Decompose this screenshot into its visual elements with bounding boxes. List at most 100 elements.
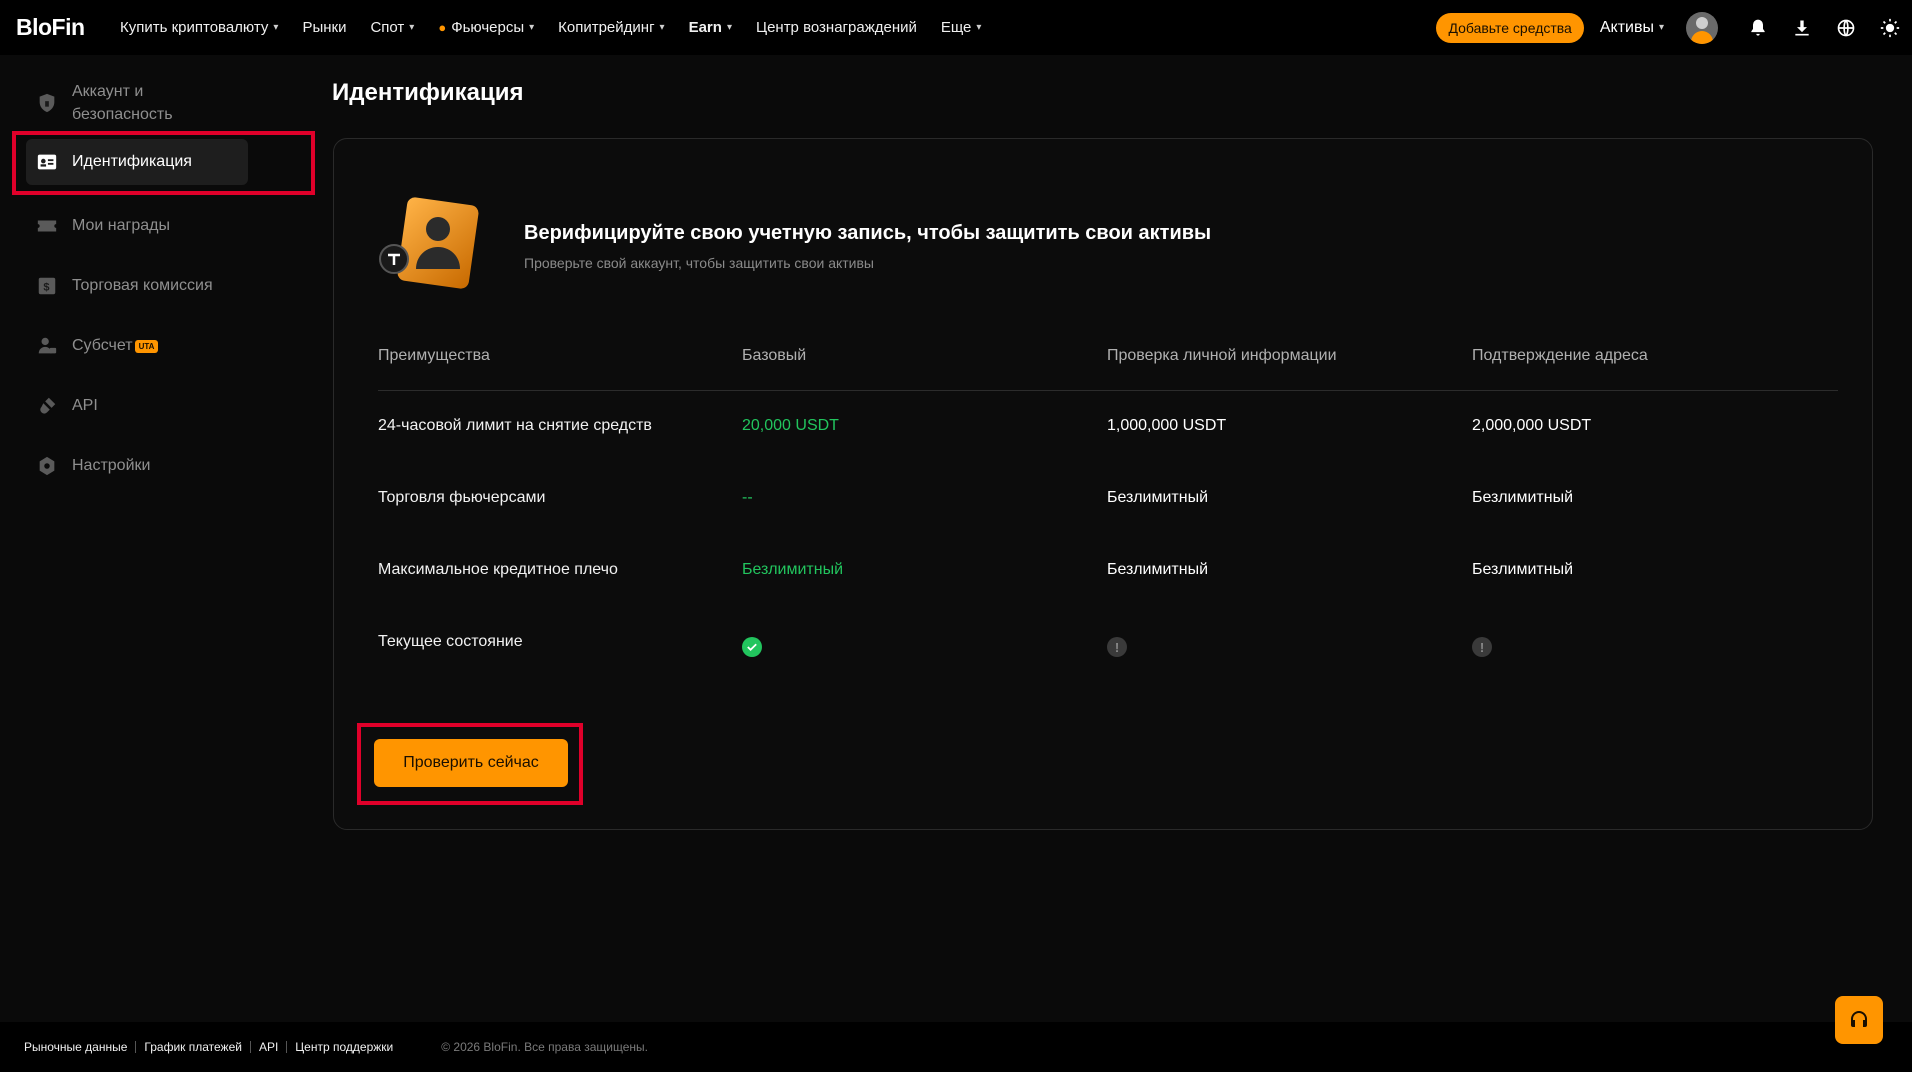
hero-title: Верифицируйте свою учетную запись, чтобы… (524, 222, 1212, 244)
nav-rewards-center-label: Центр вознаграждений (755, 19, 917, 36)
sidebar-item-api[interactable]: API (26, 391, 248, 421)
address-value: 2,000,000 USDT (1472, 417, 1592, 434)
nav-markets-label: Рынки (302, 19, 347, 36)
address-status: ! (1472, 637, 1492, 657)
basic-value: Безлимитный (742, 561, 844, 578)
row-label: Максимальное кредитное плечо (378, 561, 618, 578)
uta-badge: UTA (134, 339, 159, 353)
download-icon[interactable] (1780, 18, 1824, 38)
dollar-doc-icon: $ (36, 275, 58, 297)
header-address: Подтверждение адреса (1472, 347, 1648, 364)
hero-subtitle: Проверьте свой аккаунт, чтобы защитить с… (524, 255, 874, 271)
row-label: 24-часовой лимит на снятие средств (378, 417, 652, 434)
user-avatar[interactable] (1686, 11, 1718, 44)
sidebar-item-label: Субсчет (72, 337, 133, 354)
id-verification-illustration (376, 195, 486, 295)
page-title: Идентификация (332, 79, 524, 106)
personal-value: Безлимитный (1107, 489, 1209, 506)
footer-link-market-data[interactable]: Рыночные данные (24, 1040, 127, 1054)
basic-value: 20,000 USDT (742, 417, 839, 434)
header-benefits: Преимущества (378, 347, 490, 364)
sidebar-item-sub-account[interactable]: Субсчет UTA (26, 331, 248, 361)
personal-status: ! (1107, 637, 1127, 657)
nav-futures[interactable]: ● Фьючерсы ▾ (438, 19, 534, 36)
copyright-text: © 2026 BloFin. Все права защищены. (441, 1040, 648, 1054)
globe-icon[interactable] (1824, 18, 1868, 38)
main-nav: Купить криптовалюту ▾ Рынки Спот ▾ ● Фью… (120, 0, 1005, 55)
footer: Рыночные данные График платежей API Цент… (0, 1022, 1912, 1072)
table-row: Торговля фьючерсами -- Безлимитный Безли… (378, 489, 1838, 529)
sub-account-icon (36, 335, 58, 357)
row-label: Торговля фьючерсами (378, 489, 546, 506)
exclamation-circle-icon: ! (1472, 637, 1492, 657)
verify-now-button[interactable]: Проверить сейчас (374, 739, 568, 787)
bell-icon[interactable] (1736, 18, 1780, 38)
table-row: Максимальное кредитное плечо Безлимитный… (378, 561, 1838, 601)
verification-hero: Верифицируйте свою учетную запись, чтобы… (376, 195, 1276, 295)
personal-value: Безлимитный (1107, 561, 1209, 578)
deposit-button[interactable]: Добавьте средства (1436, 12, 1584, 43)
nav-markets[interactable]: Рынки (302, 19, 346, 36)
settings-icon (36, 455, 58, 477)
verification-card: Верифицируйте свою учетную запись, чтобы… (333, 138, 1873, 830)
nav-copy-trading-label: Копитрейдинг (558, 19, 655, 36)
top-navigation-bar: BloFin Купить криптовалюту ▾ Рынки Спот … (0, 0, 1912, 55)
nav-earn[interactable]: Earn ▾ (689, 19, 732, 36)
sidebar-item-label: Мои награды (72, 217, 170, 234)
chevron-down-icon: ▾ (726, 22, 732, 33)
sidebar-item-my-rewards[interactable]: Мои награды (26, 211, 248, 241)
sidebar-item-label: Торговая комиссия (72, 277, 213, 294)
address-value: Безлимитный (1472, 489, 1574, 506)
sidebar-item-label: Идентификация (72, 153, 192, 170)
address-value: Безлимитный (1472, 561, 1574, 578)
sidebar-item-label: API (72, 397, 98, 414)
nav-buy-crypto-label: Купить криптовалюту (120, 19, 269, 36)
nav-buy-crypto[interactable]: Купить криптовалюту ▾ (120, 19, 278, 36)
divider (249, 1041, 251, 1053)
personal-value: 1,000,000 USDT (1107, 417, 1227, 434)
table-row: 24-часовой лимит на снятие средств 20,00… (378, 417, 1838, 457)
footer-link-api[interactable]: API (259, 1040, 278, 1054)
id-card-icon (36, 151, 58, 173)
chevron-down-icon: ▾ (976, 22, 982, 33)
row-label: Текущее состояние (378, 633, 523, 650)
headset-icon (1851, 1011, 1867, 1027)
nav-copy-trading[interactable]: Копитрейдинг ▾ (558, 19, 664, 36)
sidebar-item-identification[interactable]: Идентификация (26, 139, 248, 185)
assets-menu[interactable]: Активы ▾ (1600, 19, 1664, 37)
footer-links: Рыночные данные График платежей API Цент… (24, 1040, 393, 1054)
chevron-down-icon: ▾ (273, 22, 279, 33)
divider (286, 1041, 288, 1053)
top-right-actions: Добавьте средства Активы ▾ (1436, 0, 1912, 55)
check-circle-icon (742, 637, 762, 657)
support-chat-button[interactable] (1835, 996, 1883, 1044)
nav-earn-label: Earn (688, 19, 722, 36)
footer-link-support[interactable]: Центр поддержки (295, 1040, 393, 1054)
header-basic: Базовый (742, 347, 807, 364)
nav-rewards-center[interactable]: Центр вознаграждений (756, 19, 917, 36)
sidebar-item-settings[interactable]: Настройки (26, 451, 248, 481)
chevron-down-icon: ▾ (659, 22, 665, 33)
chevron-down-icon: ▾ (529, 22, 535, 33)
nav-more-label: Еще (940, 19, 972, 36)
footer-link-fee-schedule[interactable]: График платежей (144, 1040, 242, 1054)
nav-spot-label: Спот (370, 19, 405, 36)
chevron-down-icon: ▾ (1658, 22, 1664, 33)
assets-label: Активы (1599, 18, 1654, 36)
fire-icon: ● (438, 20, 447, 35)
nav-spot[interactable]: Спот ▾ (370, 19, 414, 36)
nav-more[interactable]: Еще ▾ (941, 19, 982, 36)
table-row: Текущее состояние ! ! (378, 633, 1838, 673)
basic-status (742, 637, 762, 657)
nav-futures-label: Фьючерсы (451, 19, 525, 36)
table-header: Преимущества Базовый Проверка личной инф… (378, 339, 1838, 391)
sidebar-item-trading-fee[interactable]: $ Торговая комиссия (26, 271, 248, 301)
sun-icon[interactable] (1868, 18, 1912, 38)
plug-icon (36, 395, 58, 417)
basic-value: -- (742, 489, 753, 506)
sidebar-item-label: Аккаунт и безопасность (72, 83, 173, 123)
blofin-logo[interactable]: BloFin (16, 14, 120, 41)
sidebar-item-account-security[interactable]: Аккаунт и безопасность (26, 79, 248, 127)
shield-icon (36, 92, 58, 114)
exclamation-circle-icon: ! (1107, 637, 1127, 657)
